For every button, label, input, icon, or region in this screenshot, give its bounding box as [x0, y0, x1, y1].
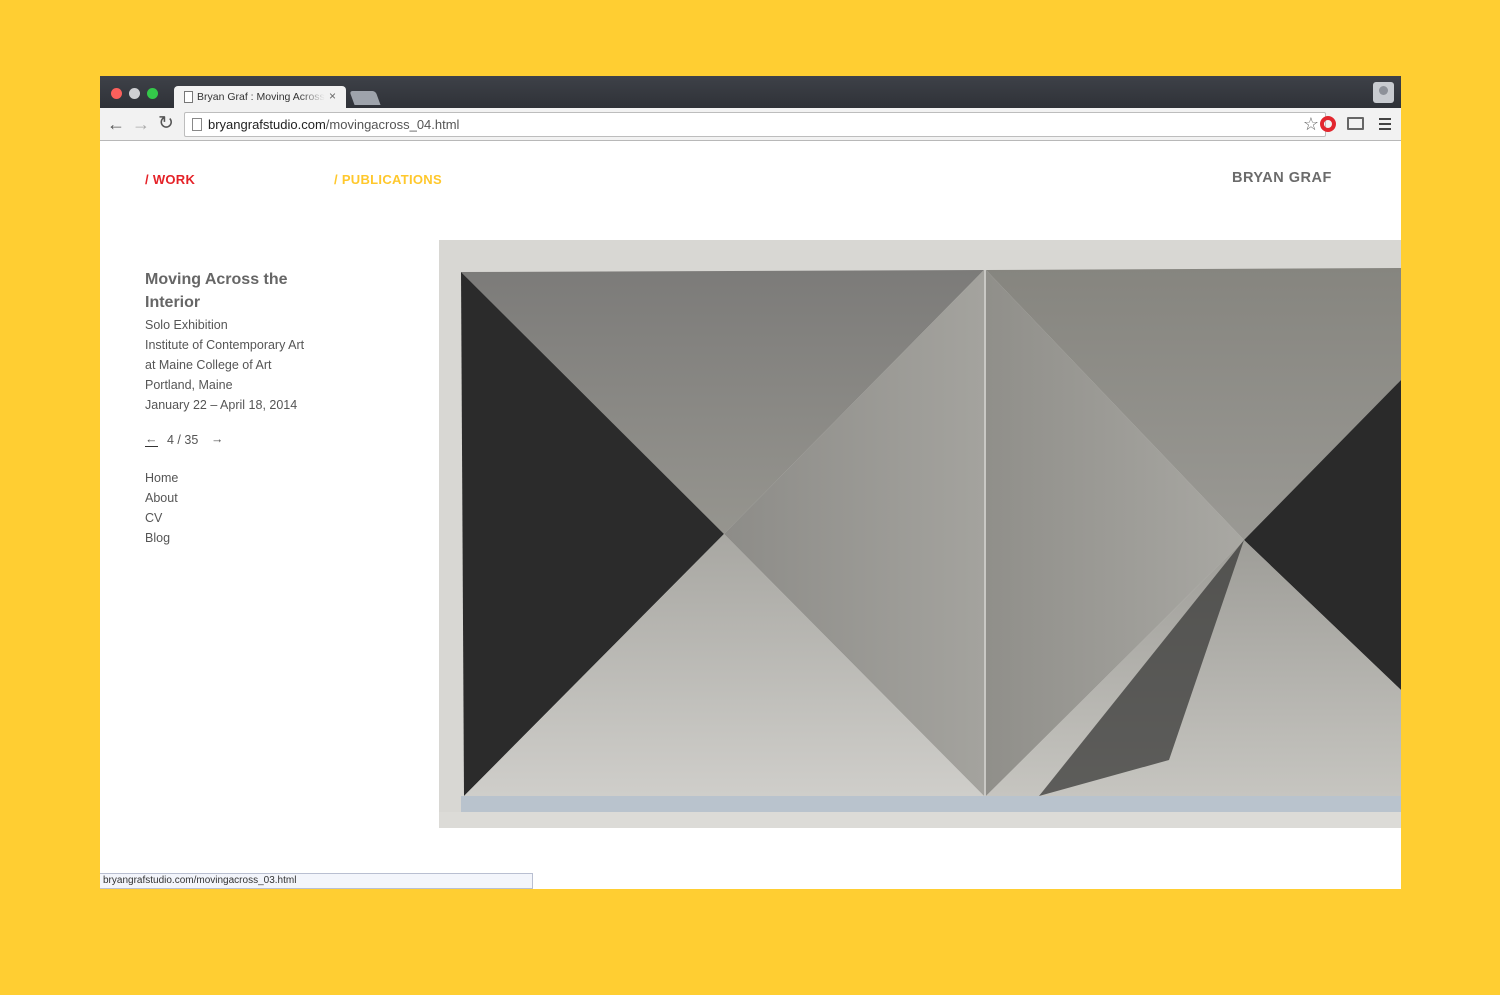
image-counter: 4 / 35	[167, 433, 199, 447]
close-tab-icon[interactable]: ×	[329, 89, 336, 103]
tab-strip: Bryan Graf : Moving Across the Interior …	[100, 76, 1401, 108]
status-bar: bryangrafstudio.com/movingacross_03.html	[100, 873, 533, 889]
link-about[interactable]: About	[145, 488, 178, 508]
site-name-link[interactable]: BRYAN GRAF	[1232, 170, 1332, 186]
url-text[interactable]: bryangrafstudio.com/movingacross_04.html	[208, 117, 459, 132]
minimize-window-button[interactable]	[129, 88, 140, 99]
cast-icon[interactable]	[1347, 117, 1364, 130]
back-arrow-icon[interactable]: ←	[107, 113, 125, 135]
link-blog[interactable]: Blog	[145, 528, 178, 548]
project-detail-line: January 22 – April 18, 2014	[145, 398, 298, 412]
project-details: Solo Exhibition Institute of Contemporar…	[145, 315, 405, 415]
forward-arrow-icon[interactable]: →	[132, 113, 150, 135]
link-home[interactable]: Home	[145, 468, 178, 488]
new-tab-button[interactable]	[349, 91, 381, 105]
menu-icon[interactable]	[1379, 118, 1391, 130]
next-image-arrow-icon[interactable]: →	[211, 432, 224, 446]
profile-icon[interactable]	[1373, 82, 1394, 103]
zoom-window-button[interactable]	[147, 88, 158, 99]
project-detail-line: at Maine College of Art	[145, 358, 272, 372]
page-icon	[192, 118, 202, 131]
link-cv[interactable]: CV	[145, 508, 178, 528]
url-path: /movingacross_04.html	[325, 117, 460, 132]
active-tab[interactable]: Bryan Graf : Moving Across the Interior …	[174, 86, 346, 108]
nav-work-link[interactable]: / WORK	[145, 172, 195, 187]
project-title: Moving Across the Interior	[145, 271, 288, 311]
status-url: bryangrafstudio.com/movingacross_03.html	[103, 875, 297, 886]
project-detail-line: Institute of Contemporary Art	[145, 338, 305, 352]
browser-toolbar: ← → ↻ bryangrafstudio.com/movingacross_0…	[100, 108, 1401, 141]
artwork-image[interactable]	[439, 240, 1401, 828]
artwork-photo	[439, 240, 1401, 828]
reload-icon[interactable]: ↻	[158, 113, 174, 135]
browser-window: Bryan Graf : Moving Across the Interior …	[100, 76, 1401, 889]
project-detail-line: Solo Exhibition	[145, 318, 228, 332]
web-page: / WORK / PUBLICATIONS BRYAN GRAF Moving …	[100, 142, 1401, 889]
close-window-button[interactable]	[111, 88, 122, 99]
opera-icon[interactable]	[1320, 116, 1336, 132]
page-icon	[184, 91, 193, 103]
project-info: Moving Across the Interior Solo Exhibiti…	[145, 268, 405, 415]
star-icon[interactable]: ☆	[1303, 114, 1319, 135]
nav-publications-link[interactable]: / PUBLICATIONS	[334, 172, 442, 187]
address-bar[interactable]: bryangrafstudio.com/movingacross_04.html…	[184, 112, 1326, 137]
project-detail-line: Portland, Maine	[145, 378, 233, 392]
tab-title: Bryan Graf : Moving Across the Interior	[197, 91, 325, 103]
url-host: bryangrafstudio.com	[208, 117, 326, 132]
site-links: Home About CV Blog	[145, 468, 178, 548]
prev-image-arrow-icon[interactable]: ←	[145, 432, 158, 447]
